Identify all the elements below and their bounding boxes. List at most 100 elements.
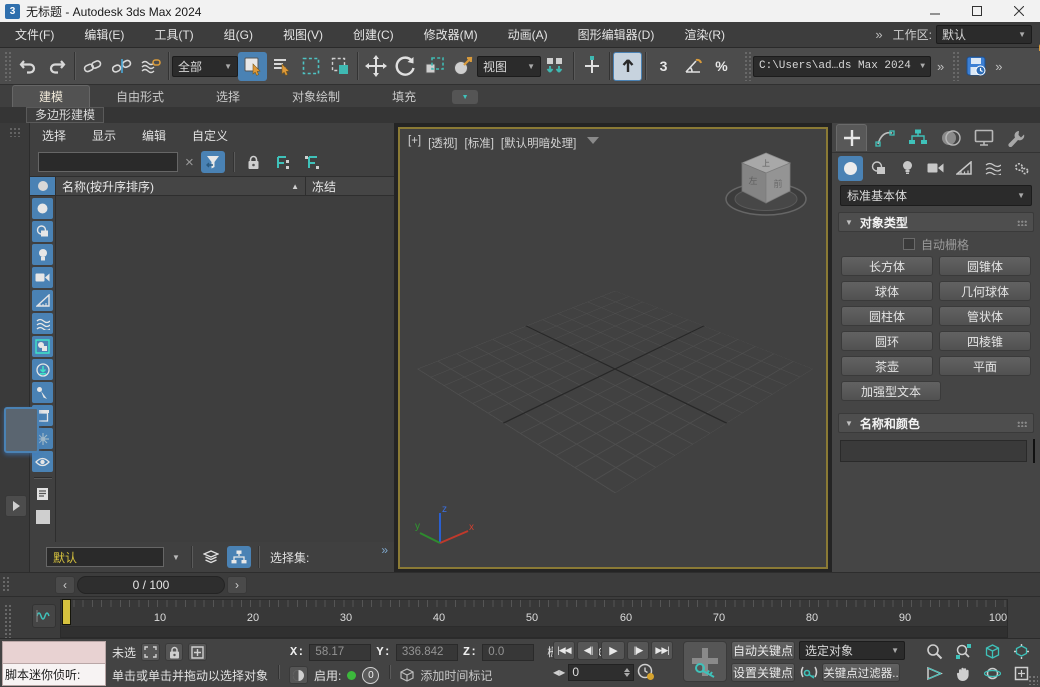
- pick-parent-button[interactable]: [271, 151, 295, 173]
- absolute-offset-toggle[interactable]: [188, 643, 207, 661]
- display-xrefs-toggle[interactable]: [32, 359, 53, 380]
- torus-button[interactable]: 圆环: [841, 331, 933, 351]
- sync-selection-button[interactable]: [300, 151, 324, 173]
- display-bones-toggle[interactable]: [32, 382, 53, 403]
- display-groups-toggle[interactable]: [32, 336, 53, 357]
- category-cameras[interactable]: [923, 156, 948, 181]
- explorer-menu-edit[interactable]: 编辑: [142, 127, 166, 144]
- save-scene-button[interactable]: [961, 52, 990, 81]
- window-crossing-toggle-button[interactable]: [325, 52, 354, 81]
- select-and-move-button[interactable]: [361, 52, 390, 81]
- track-bar-lane[interactable]: [60, 627, 1008, 638]
- new-key-mode-icon[interactable]: [799, 665, 819, 681]
- viewport-pov-label[interactable]: [透视]: [428, 135, 457, 151]
- select-and-scale-button[interactable]: [419, 52, 448, 81]
- frame-spinner[interactable]: [624, 668, 630, 677]
- menu-group[interactable]: 组(G): [209, 22, 268, 48]
- go-to-start-button[interactable]: |◀◀: [553, 641, 575, 660]
- previous-frame-button[interactable]: ◀||: [577, 641, 599, 660]
- zoom-extents-all-button[interactable]: [1007, 641, 1035, 662]
- pan-view-button[interactable]: [949, 663, 977, 684]
- menu-tools[interactable]: 工具(T): [139, 22, 208, 48]
- teapot-button[interactable]: 茶壶: [841, 356, 933, 376]
- toolbar-grip[interactable]: [4, 51, 11, 81]
- angle-snap-toggle-button[interactable]: [678, 52, 707, 81]
- menu-edit[interactable]: 编辑(E): [69, 22, 139, 48]
- zoom-button[interactable]: [920, 641, 948, 662]
- toolbar-grip[interactable]: [952, 51, 959, 81]
- z-coord-field[interactable]: 0.0: [482, 644, 534, 661]
- viewport-general-menu[interactable]: [+]: [408, 135, 421, 151]
- timeline-ruler[interactable]: 10 20 30 40 50 60 70 80 90 100: [60, 599, 1008, 627]
- play-button[interactable]: ▶: [601, 641, 625, 660]
- display-cameras-toggle[interactable]: [32, 267, 53, 288]
- redo-button[interactable]: [42, 52, 71, 81]
- display-lights-toggle[interactable]: [32, 244, 53, 265]
- set-keys-button[interactable]: [683, 641, 727, 682]
- field-of-view-button[interactable]: [920, 663, 948, 684]
- ribbon-minimize-dropdown[interactable]: ▼: [452, 90, 478, 104]
- listener-line[interactable]: 脚本迷你侦听:: [2, 664, 106, 686]
- select-and-link-button[interactable]: [78, 52, 107, 81]
- category-systems[interactable]: [1009, 156, 1034, 181]
- next-frame-button[interactable]: ||▶: [627, 641, 649, 660]
- menu-overflow-icon[interactable]: »: [869, 27, 888, 42]
- menu-modifiers[interactable]: 修改器(M): [409, 22, 493, 48]
- menu-views[interactable]: 视图(V): [268, 22, 338, 48]
- snaps-toggle-3d-button[interactable]: 3: [649, 52, 678, 81]
- adaptive-degradation-toggle[interactable]: 0: [362, 667, 379, 684]
- swatch-placeholder[interactable]: [32, 506, 53, 527]
- name-column-header[interactable]: 名称(按升序排序) ▲: [56, 177, 306, 195]
- sphere-button[interactable]: 球体: [841, 281, 933, 301]
- layer-explorer-button[interactable]: [199, 546, 223, 568]
- current-frame-field[interactable]: 0: [568, 664, 634, 681]
- undo-button[interactable]: [13, 52, 42, 81]
- object-type-rollout-header[interactable]: ▼ 对象类型: [838, 212, 1034, 232]
- object-name-input[interactable]: [840, 440, 1027, 462]
- autogrid-checkbox[interactable]: [903, 238, 915, 250]
- box-button[interactable]: 长方体: [841, 256, 933, 276]
- tab-modify[interactable]: [869, 124, 900, 151]
- menu-graph-editors[interactable]: 图形编辑器(D): [563, 22, 670, 48]
- time-tag-label[interactable]: 添加时间标记: [420, 667, 492, 684]
- trackbar-grip[interactable]: [2, 576, 9, 593]
- ribbon-tab-freeform[interactable]: 自由形式: [90, 86, 190, 107]
- bind-to-space-warp-button[interactable]: [136, 52, 165, 81]
- mini-curve-editor-button[interactable]: [32, 604, 56, 628]
- tab-hierarchy[interactable]: [902, 124, 933, 151]
- toolbar-overflow-icon[interactable]: »: [990, 59, 1007, 74]
- tab-create[interactable]: [836, 124, 867, 151]
- toolbar-overflow-icon[interactable]: »: [931, 59, 950, 74]
- display-hidden-toggle[interactable]: [32, 451, 53, 472]
- expand-panel-button[interactable]: [5, 495, 27, 517]
- y-coord-field[interactable]: 336.842: [396, 644, 458, 661]
- tab-display[interactable]: [968, 124, 999, 151]
- explorer-menu-display[interactable]: 显示: [92, 127, 116, 144]
- object-color-swatch[interactable]: [1033, 439, 1035, 463]
- ribbon-tab-object-paint[interactable]: 对象绘制: [266, 86, 366, 107]
- workspace-dropdown[interactable]: 默认 ▼: [936, 25, 1032, 44]
- keyboard-shortcut-override-toggle[interactable]: [613, 52, 642, 81]
- window-resize-grip[interactable]: [1028, 675, 1038, 685]
- explorer-menu-select[interactable]: 选择: [42, 127, 66, 144]
- unlink-selection-button[interactable]: [107, 52, 136, 81]
- ribbon-tab-populate[interactable]: 填充: [366, 86, 442, 107]
- lock-explorer-button[interactable]: [242, 151, 266, 173]
- ribbon-tab-selection[interactable]: 选择: [190, 86, 266, 107]
- display-helpers-toggle[interactable]: [32, 290, 53, 311]
- set-key-button[interactable]: 设置关键点: [731, 663, 795, 682]
- category-geometry[interactable]: [838, 156, 863, 181]
- category-spacewarps[interactable]: [980, 156, 1005, 181]
- menu-animation[interactable]: 动画(A): [493, 22, 563, 48]
- select-and-rotate-button[interactable]: [390, 52, 419, 81]
- orbit-button[interactable]: [978, 663, 1006, 684]
- use-pivot-point-button[interactable]: [541, 52, 570, 81]
- per-view-filter-icon[interactable]: [587, 137, 599, 144]
- zoom-all-button[interactable]: [949, 641, 977, 662]
- go-to-end-button[interactable]: ▶▶|: [651, 641, 673, 660]
- timeline-grip[interactable]: [4, 604, 11, 638]
- display-shapes-toggle[interactable]: [32, 221, 53, 242]
- text-plus-button[interactable]: 加强型文本: [841, 381, 941, 401]
- viewport-shading-label[interactable]: [默认明暗处理]: [501, 135, 576, 151]
- explorer-search-input[interactable]: [38, 152, 178, 172]
